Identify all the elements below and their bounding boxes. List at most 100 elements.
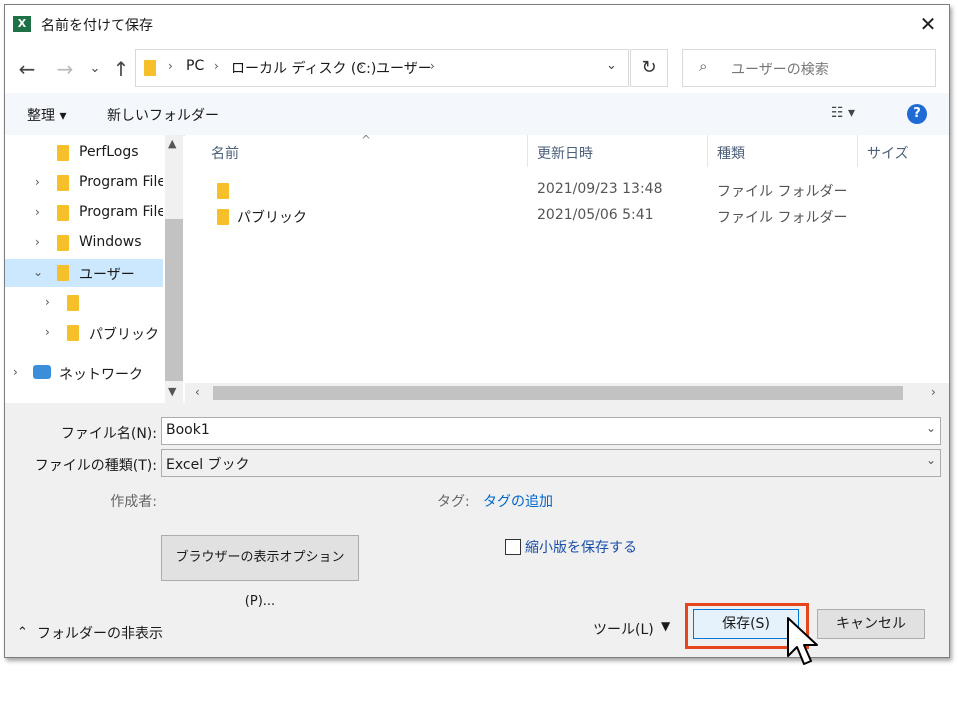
file-modified: 2021/05/06 5:41 xyxy=(537,207,654,223)
folder-icon xyxy=(217,183,229,199)
chevron-down-icon[interactable]: ⌄ xyxy=(33,265,43,279)
new-folder-button[interactable]: 新しいフォルダー xyxy=(107,105,219,125)
network-icon xyxy=(33,365,51,379)
nav-item-user-folder[interactable]: › xyxy=(5,289,163,317)
excel-icon: X xyxy=(13,16,31,32)
column-header-modified[interactable]: 更新日時 xyxy=(537,143,593,163)
table-row[interactable]: 2021/09/23 13:48 ファイル フォルダー xyxy=(185,179,949,205)
close-button[interactable]: ✕ xyxy=(911,7,945,41)
filename-input[interactable]: Book1 ⌄ xyxy=(161,417,941,445)
chevron-down-icon[interactable]: ⌄ xyxy=(926,453,936,467)
help-icon[interactable]: ? xyxy=(907,104,927,124)
chevron-right-icon[interactable]: › xyxy=(35,235,40,249)
search-placeholder: ユーザーの検索 xyxy=(731,62,829,78)
nav-item-label: PerfLogs xyxy=(79,144,139,160)
folder-icon xyxy=(57,175,69,191)
chevron-right-icon[interactable]: › xyxy=(35,205,40,219)
tags-label: タグ: xyxy=(437,494,470,510)
file-type: ファイル フォルダー xyxy=(717,184,848,200)
folder-icon xyxy=(217,209,229,225)
folder-icon xyxy=(144,60,156,76)
browser-options-button[interactable]: ブラウザーの表示オプション(P)... xyxy=(161,535,359,609)
breadcrumb-separator-icon: › xyxy=(430,59,435,73)
tools-dropdown-icon[interactable]: ▼ xyxy=(661,619,670,633)
tools-menu-button[interactable]: ツール(L) xyxy=(593,619,654,639)
nav-item-windows[interactable]: › Windows xyxy=(5,229,163,257)
search-icon: ⌕ xyxy=(699,57,708,75)
back-arrow-icon[interactable]: ← xyxy=(15,57,39,81)
file-list: ^ 名前 更新日時 種類 サイズ 2021/09/23 13:48 ファイル フ… xyxy=(185,133,949,385)
scroll-up-icon[interactable]: ▲ xyxy=(168,137,176,150)
sort-ascending-icon: ^ xyxy=(361,133,372,147)
file-name: パブリック xyxy=(237,210,307,226)
mouse-cursor-icon xyxy=(787,617,818,665)
hide-folders-button[interactable]: フォルダーの非表示 xyxy=(37,623,163,643)
thumbnail-label[interactable]: 縮小版を保存する xyxy=(525,537,637,557)
nav-item-users[interactable]: ⌄ ユーザー xyxy=(5,259,163,287)
organize-button[interactable]: 整理 ▾ xyxy=(27,105,66,125)
nav-item-label: Program Files (x86) xyxy=(79,204,163,220)
breadcrumb-separator-icon: › xyxy=(359,59,364,73)
chevron-down-icon[interactable]: ⌄ xyxy=(926,421,936,435)
chevron-right-icon[interactable]: › xyxy=(35,175,40,189)
chevron-right-icon[interactable]: › xyxy=(13,365,18,379)
folder-icon xyxy=(67,295,79,311)
nav-item-network[interactable]: › ネットワーク xyxy=(5,359,163,387)
refresh-icon[interactable]: ↻ xyxy=(630,49,668,87)
file-type: ファイル フォルダー xyxy=(717,210,848,226)
filetype-select[interactable]: Excel ブック ⌄ xyxy=(161,449,941,477)
breadcrumb-users[interactable]: ユーザー xyxy=(376,58,432,78)
chevron-right-icon[interactable]: › xyxy=(45,325,50,339)
command-toolbar: 整理 ▾ 新しいフォルダー ☷ ▾ ? xyxy=(5,93,949,136)
nav-item-public[interactable]: › パブリック xyxy=(5,319,163,347)
column-header-type[interactable]: 種類 xyxy=(717,143,745,163)
file-modified: 2021/09/23 13:48 xyxy=(537,181,663,197)
chevron-up-icon[interactable]: ⌃ xyxy=(17,625,28,640)
address-bar[interactable]: › PC › ローカル ディスク (C:) › ユーザー › ⌄ xyxy=(135,49,629,87)
nav-item-label: ユーザー xyxy=(79,267,135,283)
search-box[interactable]: ⌕ ユーザーの検索 xyxy=(682,49,936,87)
nav-item-label: Program Files xyxy=(79,174,163,190)
nav-item-program-files-x86[interactable]: › Program Files (x86) xyxy=(5,199,163,227)
filetype-label: ファイルの種類(T): xyxy=(34,458,157,474)
filename-label: ファイル名(N): xyxy=(60,426,157,442)
file-list-scroll-thumb[interactable] xyxy=(213,386,903,400)
author-label: 作成者: xyxy=(110,494,157,510)
breadcrumb-local-disk[interactable]: ローカル ディスク (C:) xyxy=(231,58,376,78)
table-row[interactable]: パブリック 2021/05/06 5:41 ファイル フォルダー xyxy=(185,205,949,231)
breadcrumb-pc[interactable]: PC xyxy=(186,58,204,74)
column-divider[interactable] xyxy=(707,135,708,167)
column-header-name[interactable]: 名前 xyxy=(211,143,239,163)
add-tag-link[interactable]: タグの追加 xyxy=(483,491,553,511)
column-divider[interactable] xyxy=(857,135,858,167)
scroll-left-icon[interactable]: ‹ xyxy=(195,385,200,399)
nav-item-label: パブリック xyxy=(89,327,159,343)
nav-item-program-files[interactable]: › Program Files xyxy=(5,169,163,197)
column-divider[interactable] xyxy=(527,135,528,167)
scroll-right-icon[interactable]: › xyxy=(931,385,936,399)
cancel-button[interactable]: キャンセル xyxy=(817,609,925,639)
chevron-right-icon[interactable]: › xyxy=(45,295,50,309)
save-as-dialog: X 名前を付けて保存 ✕ ← → ⌄ ↑ › PC › ローカル ディスク (C… xyxy=(4,4,950,658)
recent-locations-chevron-icon[interactable]: ⌄ xyxy=(83,61,107,76)
folder-icon xyxy=(57,265,69,281)
nav-item-label: ネットワーク xyxy=(59,367,143,383)
folder-icon xyxy=(57,205,69,221)
scroll-down-icon[interactable]: ▼ xyxy=(168,385,176,398)
filename-value: Book1 xyxy=(166,422,210,438)
save-button[interactable]: 保存(S) xyxy=(693,609,799,639)
nav-pane-scroll-thumb[interactable] xyxy=(165,219,183,381)
address-dropdown-icon[interactable]: ⌄ xyxy=(606,58,617,73)
nav-item-label: Windows xyxy=(79,234,142,250)
up-arrow-icon[interactable]: ↑ xyxy=(109,57,133,81)
nav-item-perflogs[interactable]: PerfLogs xyxy=(5,139,163,167)
folder-icon xyxy=(57,235,69,251)
view-options-icon[interactable]: ☷ ▾ xyxy=(831,105,855,121)
folder-icon xyxy=(67,325,79,341)
forward-arrow-icon[interactable]: → xyxy=(53,57,77,81)
window-title: 名前を付けて保存 xyxy=(41,18,153,34)
navigation-pane: PerfLogs › Program Files › Program Files… xyxy=(5,135,183,403)
column-header-size[interactable]: サイズ xyxy=(867,143,909,163)
thumbnail-checkbox[interactable] xyxy=(505,539,521,555)
folder-icon xyxy=(57,145,69,161)
